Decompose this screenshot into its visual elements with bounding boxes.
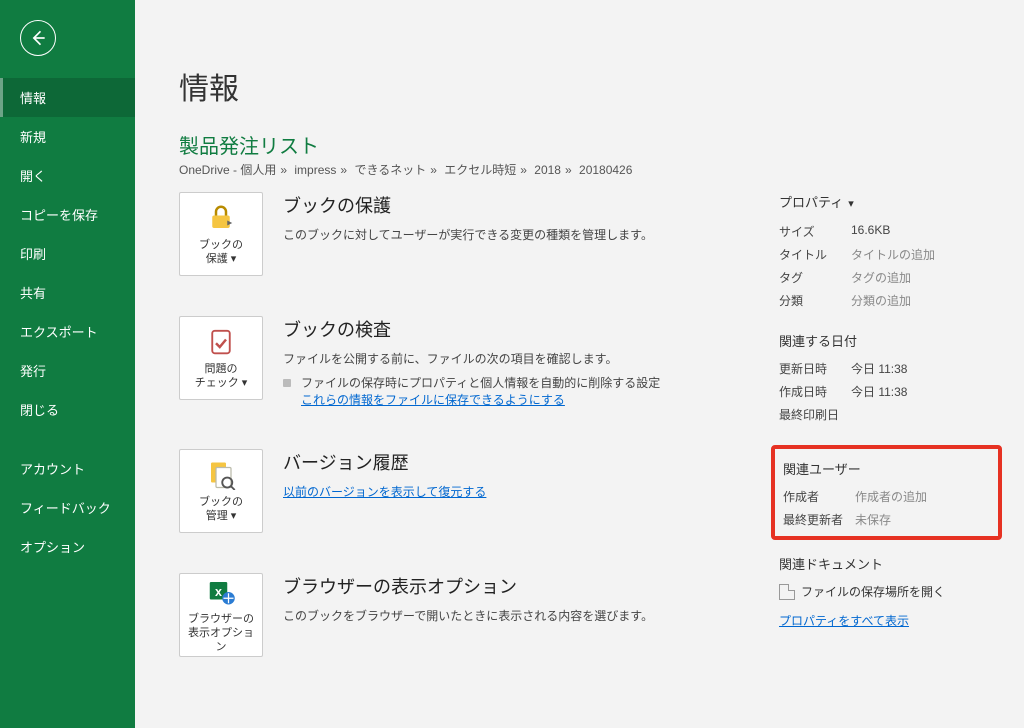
page-title: 情報 [179,64,994,108]
sidebar-item-feedback[interactable]: フィードバック [0,488,135,527]
related-dates-header: 関連する日付 [779,331,994,350]
open-file-location-label: ファイルの保存場所を開く [801,583,945,600]
inspect-section: 問題の チェック ▾ ブックの検査 ファイルを公開する前に、ファイルの次の項目を… [179,316,739,409]
browser-desc: このブックをブラウザーで開いたときに表示される内容を選びます。 [283,607,653,625]
created-label: 作成日時 [779,383,851,400]
printed-label: 最終印刷日 [779,406,851,423]
crumb[interactable]: エクセル時短 [444,163,516,177]
prop-tags-label: タグ [779,269,851,286]
sidebar-item-publish[interactable]: 発行 [0,351,135,390]
prop-title-label: タイトル [779,246,851,263]
protect-desc: このブックに対してユーザーが実行できる変更の種類を管理します。 [283,226,653,244]
protect-heading: ブックの保護 [283,192,653,218]
version-heading: バージョン履歴 [283,449,486,475]
browser-section: x ブラウザーの 表示オプション ブラウザーの表示オプション このブックをブラウ… [179,573,739,657]
sidebar-item-print[interactable]: 印刷 [0,234,135,273]
crumb[interactable]: impress [294,163,336,177]
main-content: 情報 製品発注リスト OneDrive - 個人用» impress» できるネ… [135,0,1024,728]
lock-icon [206,203,236,233]
version-history-link[interactable]: 以前のバージョンを表示して復元する [283,483,486,500]
properties-label: プロパティ [779,195,843,210]
show-all-properties-link[interactable]: プロパティをすべて表示 [779,612,909,629]
allow-save-link[interactable]: これらの情報をファイルに保存できるようにする [301,391,565,408]
documents-icon [206,460,236,490]
sidebar-item-account[interactable]: アカウント [0,449,135,488]
prop-category-label: 分類 [779,292,851,309]
tile-label: 問題の チェック ▾ [195,363,248,391]
open-file-location[interactable]: ファイルの保存場所を開く [779,583,994,600]
document-title: 製品発注リスト [179,130,994,159]
check-issues-button[interactable]: 問題の チェック ▾ [179,316,263,400]
tile-label: ブラウザーの 表示オプション [184,613,258,654]
properties-dropdown[interactable]: プロパティ ▾ [779,192,994,211]
protect-section: ブックの 保護 ▾ ブックの保護 このブックに対してユーザーが実行できる変更の種… [179,192,739,276]
breadcrumb[interactable]: OneDrive - 個人用» impress» できるネット» エクセル時短»… [179,161,994,178]
prop-size-label: サイズ [779,223,851,240]
inspect-desc: ファイルを公開する前に、ファイルの次の項目を確認します。 [283,350,660,368]
created-value: 今日 11:38 [851,383,994,400]
author-label: 作成者 [783,488,855,505]
related-users-header: 関連ユーザー [783,459,990,478]
protect-workbook-button[interactable]: ブックの 保護 ▾ [179,192,263,276]
excel-web-icon: x [206,577,236,607]
inspect-heading: ブックの検査 [283,316,660,342]
manage-workbook-button[interactable]: ブックの 管理 ▾ [179,449,263,533]
modified-label: 更新日時 [779,360,851,377]
author-value[interactable]: 作成者の追加 [855,488,990,505]
sidebar-items: 情報 新規 開く コピーを保存 印刷 共有 エクスポート 発行 閉じる アカウン… [0,78,135,566]
clipboard-check-icon [206,327,236,357]
lastmod-value: 未保存 [855,511,990,528]
svg-text:x: x [215,585,222,599]
tile-label: ブックの 管理 ▾ [199,496,243,524]
chevron-down-icon: ▾ [845,198,854,210]
related-users-highlight: 関連ユーザー 作成者 作成者の追加 最終更新者 未保存 [771,445,1002,540]
crumb[interactable]: 20180426 [579,163,632,177]
properties-panel: プロパティ ▾ サイズ 16.6KB タイトル タイトルの追加 タグ タグの追加… [779,192,994,630]
lastmod-label: 最終更新者 [783,511,855,528]
sidebar-item-options[interactable]: オプション [0,527,135,566]
sidebar-item-export[interactable]: エクスポート [0,312,135,351]
sidebar-item-info[interactable]: 情報 [0,78,135,117]
version-section: ブックの 管理 ▾ バージョン履歴 以前のバージョンを表示して復元する [179,449,739,533]
modified-value: 今日 11:38 [851,360,994,377]
backstage-sidebar: 情報 新規 開く コピーを保存 印刷 共有 エクスポート 発行 閉じる アカウン… [0,0,135,728]
back-button[interactable] [20,20,56,56]
sidebar-item-share[interactable]: 共有 [0,273,135,312]
sidebar-item-new[interactable]: 新規 [0,117,135,156]
printed-value [851,406,994,423]
prop-size-value: 16.6KB [851,223,994,240]
crumb[interactable]: 2018 [534,163,561,177]
prop-category-value[interactable]: 分類の追加 [851,292,994,309]
browser-heading: ブラウザーの表示オプション [283,573,653,599]
crumb[interactable]: できるネット [354,163,426,177]
sidebar-item-close[interactable]: 閉じる [0,390,135,429]
related-docs-header: 関連ドキュメント [779,554,994,573]
browser-view-options-button[interactable]: x ブラウザーの 表示オプション [179,573,263,657]
prop-tags-value[interactable]: タグの追加 [851,269,994,286]
sidebar-item-savecopy[interactable]: コピーを保存 [0,195,135,234]
inspect-bullet: ファイルの保存時にプロパティと個人情報を自動的に削除する設定 [301,374,660,391]
bullet-icon [283,379,291,387]
crumb[interactable]: OneDrive - 個人用 [179,163,276,177]
sidebar-item-open[interactable]: 開く [0,156,135,195]
prop-title-value[interactable]: タイトルの追加 [851,246,994,263]
tile-label: ブックの 保護 ▾ [199,239,243,267]
document-icon [779,584,795,600]
